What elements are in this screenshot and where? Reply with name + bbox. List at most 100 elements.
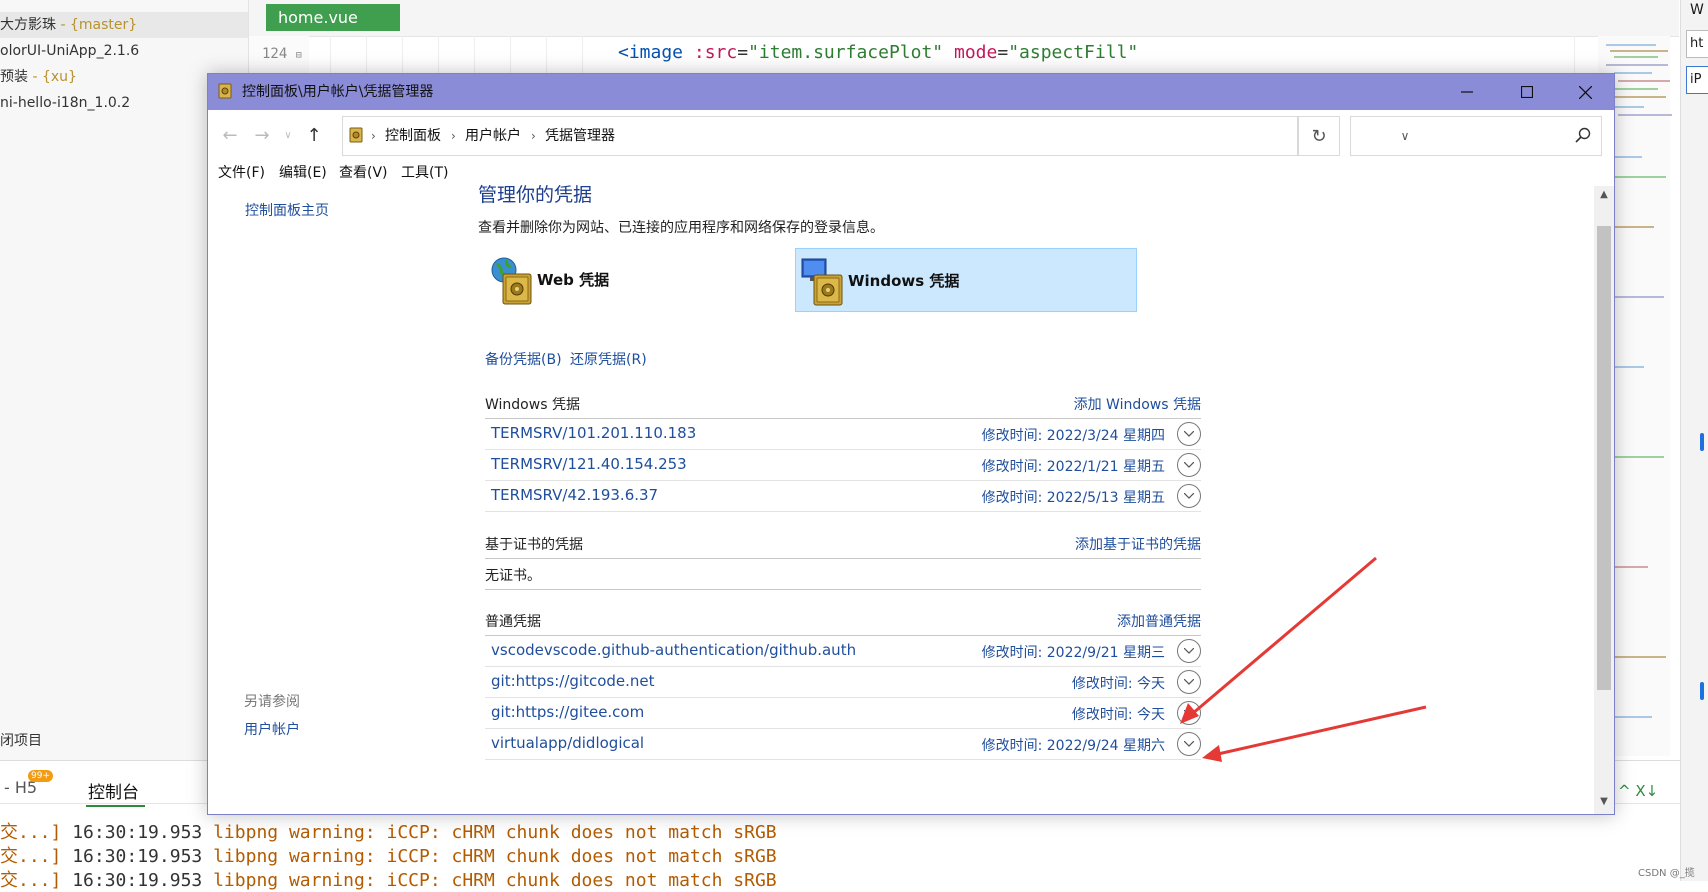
console-controls[interactable]: ^ X↓ xyxy=(1618,782,1658,800)
no-certificates-row: 无证书。 xyxy=(485,559,1201,590)
chevron-down-icon xyxy=(1184,493,1194,499)
section-title: 基于证书的凭据 xyxy=(485,537,583,553)
expand-button[interactable] xyxy=(1177,639,1201,663)
expand-button[interactable] xyxy=(1177,670,1201,694)
scroll-marker xyxy=(1700,433,1704,451)
no-certificates-text: 无证书。 xyxy=(485,568,541,584)
credential-manager-window: 控制面板\用户帐户\凭据管理器 ← → ∨ ↑ › 控制面板 › 用户帐户 › … xyxy=(207,73,1615,815)
console-line: 交...] 16:30:19.953 libpng warning: iCCP:… xyxy=(0,870,777,891)
add-windows-credential-link[interactable]: 添加 Windows 凭据 xyxy=(1074,394,1201,414)
up-button[interactable]: ↑ xyxy=(302,123,326,147)
user-accounts-link[interactable]: 用户帐户 xyxy=(244,719,300,739)
minimize-button[interactable] xyxy=(1438,74,1496,110)
menu-view[interactable]: 查看(V) xyxy=(339,162,388,184)
back-button[interactable]: ← xyxy=(218,123,242,147)
add-certificate-credential-link[interactable]: 添加基于证书的凭据 xyxy=(1075,534,1201,554)
expand-button[interactable] xyxy=(1177,732,1201,756)
windows-credentials-header: Windows 凭据 添加 Windows 凭据 xyxy=(485,390,1201,419)
credential-row[interactable]: vscodevscode.github-authentication/githu… xyxy=(485,636,1201,667)
search-input[interactable] xyxy=(1350,116,1602,156)
project-item[interactable]: olorUI-UniApp_2.1.6 xyxy=(0,38,248,64)
console-line: 交...] 16:30:19.953 libpng warning: iCCP:… xyxy=(0,822,777,843)
add-generic-credential-link[interactable]: 添加普通凭据 xyxy=(1117,611,1201,631)
credential-name: TERMSRV/101.201.110.183 xyxy=(491,424,697,442)
forward-arrow-icon: → xyxy=(254,124,270,146)
expand-button[interactable] xyxy=(1177,453,1201,477)
restore-credentials-link[interactable]: 还原凭据(R) xyxy=(570,349,647,369)
back-arrow-icon: ← xyxy=(222,124,238,146)
breadcrumb-control-panel[interactable]: 控制面板 xyxy=(385,117,441,155)
vault-icon xyxy=(218,83,232,99)
chevron-down-icon xyxy=(1184,710,1194,716)
page-description: 查看并删除你为网站、已连接的应用程序和网络保存的登录信息。 xyxy=(478,220,884,236)
maximize-icon xyxy=(1521,86,1533,98)
windows-credentials-tile[interactable]: Windows 凭据 xyxy=(795,248,1137,312)
content-area: 控制面板主页 另请参阅 用户帐户 管理你的凭据 查看并删除你为网站、已连接的应用… xyxy=(208,184,1614,814)
credential-modified: 修改时间: 2022/3/24 星期四 xyxy=(981,428,1165,444)
project-item[interactable]: 大方影珠 - {master} xyxy=(0,12,248,38)
breadcrumb-chevron-icon[interactable]: › xyxy=(371,117,376,155)
credential-modified: 修改时间: 今天 xyxy=(1071,676,1165,692)
scroll-up-icon[interactable]: ▲ xyxy=(1597,189,1611,203)
certificate-credentials-header: 基于证书的凭据 添加基于证书的凭据 xyxy=(485,530,1201,559)
backup-credentials-link[interactable]: 备份凭据(B) xyxy=(485,349,562,369)
minimize-icon xyxy=(1461,91,1473,93)
left-nav-pane: 控制面板主页 另请参阅 用户帐户 xyxy=(208,186,478,814)
refresh-button[interactable]: ↻ xyxy=(1298,116,1340,156)
credential-modified: 修改时间: 2022/1/21 星期五 xyxy=(981,459,1165,475)
right-device-field[interactable]: iP xyxy=(1686,66,1708,94)
web-credentials-tile[interactable]: Web 凭据 xyxy=(485,248,785,310)
credential-row[interactable]: TERMSRV/42.193.6.37 修改时间: 2022/5/13 星期五 xyxy=(485,481,1201,512)
web-credentials-label: Web 凭据 xyxy=(537,270,610,289)
recent-locations-button[interactable]: ∨ xyxy=(276,123,300,147)
credential-modified: 修改时间: 今天 xyxy=(1071,707,1165,723)
chevron-down-icon xyxy=(1184,648,1194,654)
credential-name: vscodevscode.github-authentication/githu… xyxy=(491,641,857,659)
credential-row[interactable]: git:https://gitcode.net 修改时间: 今天 xyxy=(485,667,1201,698)
code-line[interactable]: <image :src="item.surfacePlot" mode="asp… xyxy=(618,42,1138,63)
menu-file[interactable]: 文件(F) xyxy=(218,162,265,184)
breadcrumb-chevron-icon[interactable]: › xyxy=(451,117,456,155)
menu-tools[interactable]: 工具(T) xyxy=(401,162,448,184)
expand-button[interactable] xyxy=(1177,484,1201,508)
chevron-down-icon xyxy=(1184,679,1194,685)
close-project-link[interactable]: 闭项目 xyxy=(0,730,42,750)
forward-button[interactable]: → xyxy=(250,123,274,147)
vertical-scrollbar[interactable]: ▲ ▼ xyxy=(1594,186,1614,814)
right-panel-label: W xyxy=(1690,2,1704,18)
line-number: 124 ⊟ xyxy=(262,46,302,62)
fold-icon[interactable]: ⊟ xyxy=(296,50,302,61)
credential-row[interactable]: TERMSRV/101.201.110.183 修改时间: 2022/3/24 … xyxy=(485,419,1201,450)
title-bar[interactable]: 控制面板\用户帐户\凭据管理器 xyxy=(208,74,1614,110)
credential-row[interactable]: TERMSRV/121.40.154.253 修改时间: 2022/1/21 星… xyxy=(485,450,1201,481)
credential-name: git:https://gitcode.net xyxy=(491,672,655,690)
editor-tab-active[interactable]: home.vue xyxy=(266,4,400,31)
windows-credentials-icon xyxy=(800,257,844,306)
web-credentials-icon xyxy=(489,256,533,305)
search-icon xyxy=(1575,127,1591,143)
tab-console[interactable]: 控制台 xyxy=(86,778,145,807)
right-url-field[interactable]: ht xyxy=(1686,30,1708,58)
chevron-down-icon xyxy=(1184,431,1194,437)
editor-tabbar xyxy=(249,0,1679,37)
close-button[interactable] xyxy=(1556,74,1614,110)
control-panel-home-link[interactable]: 控制面板主页 xyxy=(245,200,329,220)
expand-button[interactable] xyxy=(1177,701,1201,725)
chevron-down-icon: ∨ xyxy=(284,129,292,141)
breadcrumb-user-accounts[interactable]: 用户帐户 xyxy=(465,117,521,155)
credential-modified: 修改时间: 2022/9/24 星期六 xyxy=(981,738,1165,754)
breadcrumb-chevron-icon[interactable]: › xyxy=(531,117,536,155)
credential-row[interactable]: git:https://gitee.com 修改时间: 今天 xyxy=(485,698,1201,729)
credential-row[interactable]: virtualapp/didlogical 修改时间: 2022/9/24 星期… xyxy=(485,729,1201,760)
watermark: CSDN @_揽 xyxy=(1638,868,1695,879)
scroll-marker xyxy=(1700,682,1704,700)
expand-button[interactable] xyxy=(1177,422,1201,446)
scroll-thumb[interactable] xyxy=(1597,226,1611,690)
breadcrumb-credential-manager[interactable]: 凭据管理器 xyxy=(545,117,615,155)
menu-edit[interactable]: 编辑(E) xyxy=(279,162,327,184)
maximize-button[interactable] xyxy=(1498,74,1556,110)
address-bar[interactable]: › 控制面板 › 用户帐户 › 凭据管理器 ∨ xyxy=(342,116,1409,156)
notification-badge: 99+ xyxy=(28,770,53,782)
window-title: 控制面板\用户帐户\凭据管理器 xyxy=(242,84,434,100)
scroll-down-icon[interactable]: ▼ xyxy=(1597,796,1611,810)
